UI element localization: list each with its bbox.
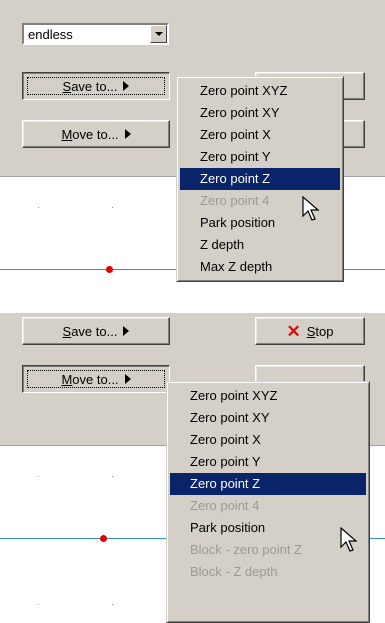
top-screenshot: endless Save to... Move to... Zero point… [0,0,385,310]
save-to-menu-item[interactable]: Zero point XY [180,102,340,124]
move-to-menu-item: Zero point 4 [190,498,260,513]
save-to-label: ave to... [71,323,118,339]
save-to-menu-item[interactable]: Zero point Y [180,146,340,168]
bottom-screenshot: Save to... ✕ Stop Move to... Zero point … [0,313,385,623]
save-to-menu-item[interactable]: Max Z depth [180,256,340,278]
grid-dot [112,207,113,208]
stop-x-icon: ✕ [286,321,301,341]
save-to-button[interactable]: Save to... [22,72,170,100]
mouse-cursor-icon [302,196,320,221]
arrow-right-icon [123,326,130,336]
save-to-menu-item[interactable]: Zero point XYZ [180,80,340,102]
move-to-menu-item: Block - zero point Z [190,542,302,557]
move-to-menu-item[interactable]: Park position [170,517,366,539]
move-to-label: ove to... [72,371,119,387]
repeat-mode-value: endless [28,27,73,42]
save-to-menu-item[interactable]: Z depth [180,234,340,256]
move-to-menu-item[interactable]: Zero point Z [170,473,366,495]
move-to-menu-item[interactable]: Zero point X [170,429,366,451]
move-to-button[interactable]: Move to... [22,365,170,393]
repeat-mode-combobox[interactable]: endless [22,23,169,45]
stop-button[interactable]: ✕ Stop [255,317,365,345]
stop-label: top [315,323,334,339]
grid-dot [112,604,113,605]
move-to-menu-item: Block - Z depth [190,564,278,579]
grid-dot [112,476,113,477]
move-to-label: ove to... [72,126,119,142]
move-to-menu-item[interactable]: Zero point Y [170,451,366,473]
save-to-label: ave to... [71,78,118,94]
arrow-right-icon [124,129,131,139]
grid-dot [38,207,39,208]
save-to-submenu: Zero point XYZ Zero point XY Zero point XZ… [176,76,344,282]
chevron-down-icon[interactable] [150,25,167,43]
position-marker [106,266,113,273]
move-to-submenu: Zero point XYZ Zero point XY Zero point XZ… [166,381,370,623]
move-to-menu-item[interactable]: Zero point XY [170,407,366,429]
grid-dot [38,604,39,605]
save-to-menu-item[interactable]: Zero point Z [180,168,340,190]
save-to-button[interactable]: Save to... [22,317,170,345]
save-to-menu-item[interactable]: Zero point X [180,124,340,146]
position-marker [100,535,107,542]
move-to-button[interactable]: Move to... [22,120,170,148]
mouse-cursor-icon [340,527,358,552]
move-to-menu-item[interactable]: Zero point XYZ [170,385,366,407]
grid-dot [38,476,39,477]
